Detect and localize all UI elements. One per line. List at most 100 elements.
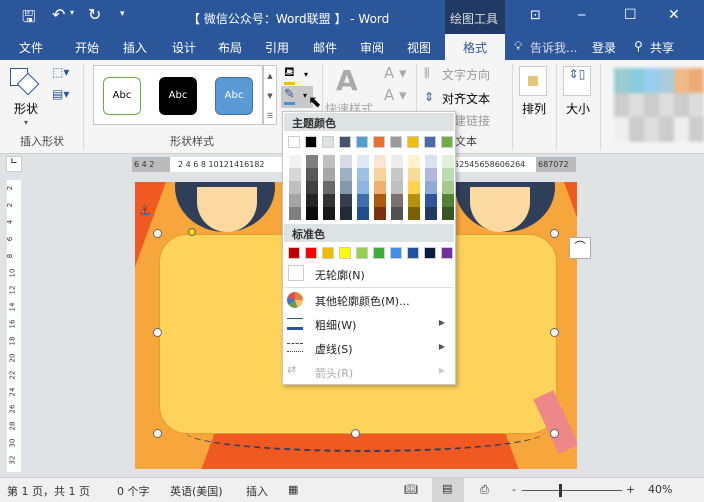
close-button[interactable]: ✕ (668, 7, 680, 23)
theme-shade-swatch[interactable] (289, 168, 301, 181)
shape-fill-dropdown[interactable]: ▾ (304, 70, 308, 79)
theme-shade-swatch[interactable] (442, 168, 454, 181)
theme-shade-swatch[interactable] (374, 168, 386, 181)
theme-shade-swatch[interactable] (323, 168, 335, 181)
standard-color-swatch[interactable] (407, 247, 419, 259)
shapes-button[interactable]: 形状 (14, 100, 38, 117)
theme-shade-swatch[interactable] (408, 168, 420, 181)
theme-shade-swatch[interactable] (425, 168, 437, 181)
login-link[interactable]: 登录 (592, 39, 616, 56)
tab-insert[interactable]: 插入 (123, 39, 147, 56)
print-layout-button[interactable]: ▤ (432, 478, 464, 502)
align-text-button[interactable]: 对齐文本 (442, 90, 490, 107)
standard-color-swatch[interactable] (390, 247, 402, 259)
theme-shade-swatch[interactable] (340, 168, 352, 181)
theme-shade-swatch[interactable] (323, 181, 335, 194)
theme-shade-swatch[interactable] (374, 194, 386, 207)
text-direction-button[interactable]: 文字方向 (442, 66, 490, 83)
theme-shade-swatch[interactable] (306, 168, 318, 181)
style-sample-1[interactable]: Abc (103, 77, 141, 115)
theme-shade-swatch[interactable] (391, 155, 403, 168)
theme-shade-swatch[interactable] (306, 207, 318, 220)
tab-selector[interactable]: ∟ (6, 156, 22, 172)
picture-styles-gallery[interactable] (614, 68, 704, 142)
redo-icon[interactable]: ↻ (88, 5, 101, 24)
zoom-out-button[interactable]: - (512, 483, 516, 496)
theme-shade-swatch[interactable] (425, 155, 437, 168)
dashes-item[interactable]: 虚线(S) ▶ (283, 337, 455, 359)
theme-shade-swatch[interactable] (340, 155, 352, 168)
gallery-scroll[interactable]: ▲ ▼ ☰ (263, 65, 277, 125)
zoom-level[interactable]: 40% (648, 483, 672, 496)
minimize-button[interactable]: ─ (578, 8, 585, 22)
text-fill-icon[interactable]: A ▾ (384, 64, 407, 82)
theme-shade-swatch[interactable] (357, 194, 369, 207)
save-icon[interactable]: 🖫 (22, 6, 36, 33)
tab-design[interactable]: 设计 (172, 39, 196, 56)
theme-color-swatch[interactable] (288, 136, 300, 148)
standard-color-swatch[interactable] (288, 247, 300, 259)
theme-shade-swatch[interactable] (306, 155, 318, 168)
macro-icon[interactable]: ▦ (288, 483, 298, 496)
tell-me-input[interactable]: 告诉我... (530, 39, 577, 56)
shapes-dropdown-icon[interactable]: ▾ (24, 118, 28, 127)
theme-shade-swatch[interactable] (340, 194, 352, 207)
tab-layout[interactable]: 布局 (218, 39, 242, 56)
theme-shade-swatch[interactable] (442, 155, 454, 168)
theme-shade-swatch[interactable] (425, 181, 437, 194)
theme-shade-swatch[interactable] (357, 181, 369, 194)
theme-shade-swatch[interactable] (323, 207, 335, 220)
theme-shade-swatch[interactable] (323, 194, 335, 207)
theme-shade-swatch[interactable] (374, 207, 386, 220)
theme-color-swatch[interactable] (339, 136, 351, 148)
theme-shade-swatch[interactable] (391, 168, 403, 181)
size-button[interactable]: 大小 (566, 100, 590, 117)
theme-color-swatch[interactable] (390, 136, 402, 148)
standard-color-swatch[interactable] (356, 247, 368, 259)
tab-format[interactable]: 格式 (445, 34, 505, 60)
word-count[interactable]: 0 个字 (117, 483, 150, 499)
theme-shade-swatch[interactable] (391, 207, 403, 220)
theme-shade-swatch[interactable] (357, 207, 369, 220)
theme-shade-swatch[interactable] (442, 181, 454, 194)
theme-shade-swatch[interactable] (391, 194, 403, 207)
standard-color-swatch[interactable] (441, 247, 453, 259)
tab-view[interactable]: 视图 (407, 39, 431, 56)
layout-options-icon[interactable]: ⌒ (569, 237, 591, 259)
standard-color-swatch[interactable] (373, 247, 385, 259)
vertical-ruler[interactable]: 2 2 4 6 8 10 12 14 16 18 20 22 24 26 28 30 32 (6, 180, 21, 472)
theme-color-swatch[interactable] (322, 136, 334, 148)
theme-shade-swatch[interactable] (289, 207, 301, 220)
theme-shade-swatch[interactable] (425, 194, 437, 207)
theme-shade-swatch[interactable] (323, 155, 335, 168)
maximize-button[interactable]: ☐ (624, 7, 637, 23)
theme-color-swatch[interactable] (356, 136, 368, 148)
standard-color-swatch[interactable] (339, 247, 351, 259)
zoom-slider-thumb[interactable] (559, 484, 562, 497)
customize-icon[interactable]: ▾ (120, 9, 125, 19)
share-button[interactable]: 共享 (650, 39, 674, 56)
theme-shade-swatch[interactable] (374, 155, 386, 168)
theme-color-swatch[interactable] (424, 136, 436, 148)
language[interactable]: 英语(美国) (170, 483, 223, 499)
undo-icon[interactable]: ↶ (52, 5, 65, 24)
theme-shade-swatch[interactable] (442, 194, 454, 207)
theme-color-swatch[interactable] (407, 136, 419, 148)
theme-shade-swatch[interactable] (442, 207, 454, 220)
theme-shade-swatch[interactable] (425, 207, 437, 220)
tab-references[interactable]: 引用 (265, 39, 289, 56)
theme-shade-swatch[interactable] (340, 207, 352, 220)
theme-shade-swatch[interactable] (408, 181, 420, 194)
ribbon-display-icon[interactable]: ⊡ (530, 8, 541, 23)
tab-mailings[interactable]: 邮件 (313, 39, 337, 56)
zoom-in-button[interactable]: + (626, 483, 635, 496)
zoom-slider[interactable] (522, 484, 622, 497)
theme-shade-swatch[interactable] (306, 181, 318, 194)
web-layout-icon[interactable]: ⎙ (480, 483, 489, 497)
theme-color-swatch[interactable] (305, 136, 317, 148)
theme-shade-swatch[interactable] (357, 168, 369, 181)
arrange-button[interactable]: 排列 (522, 100, 546, 117)
theme-shade-swatch[interactable] (391, 181, 403, 194)
theme-shade-swatch[interactable] (289, 181, 301, 194)
edit-shape-icon[interactable]: ⬚▾ (52, 65, 69, 79)
